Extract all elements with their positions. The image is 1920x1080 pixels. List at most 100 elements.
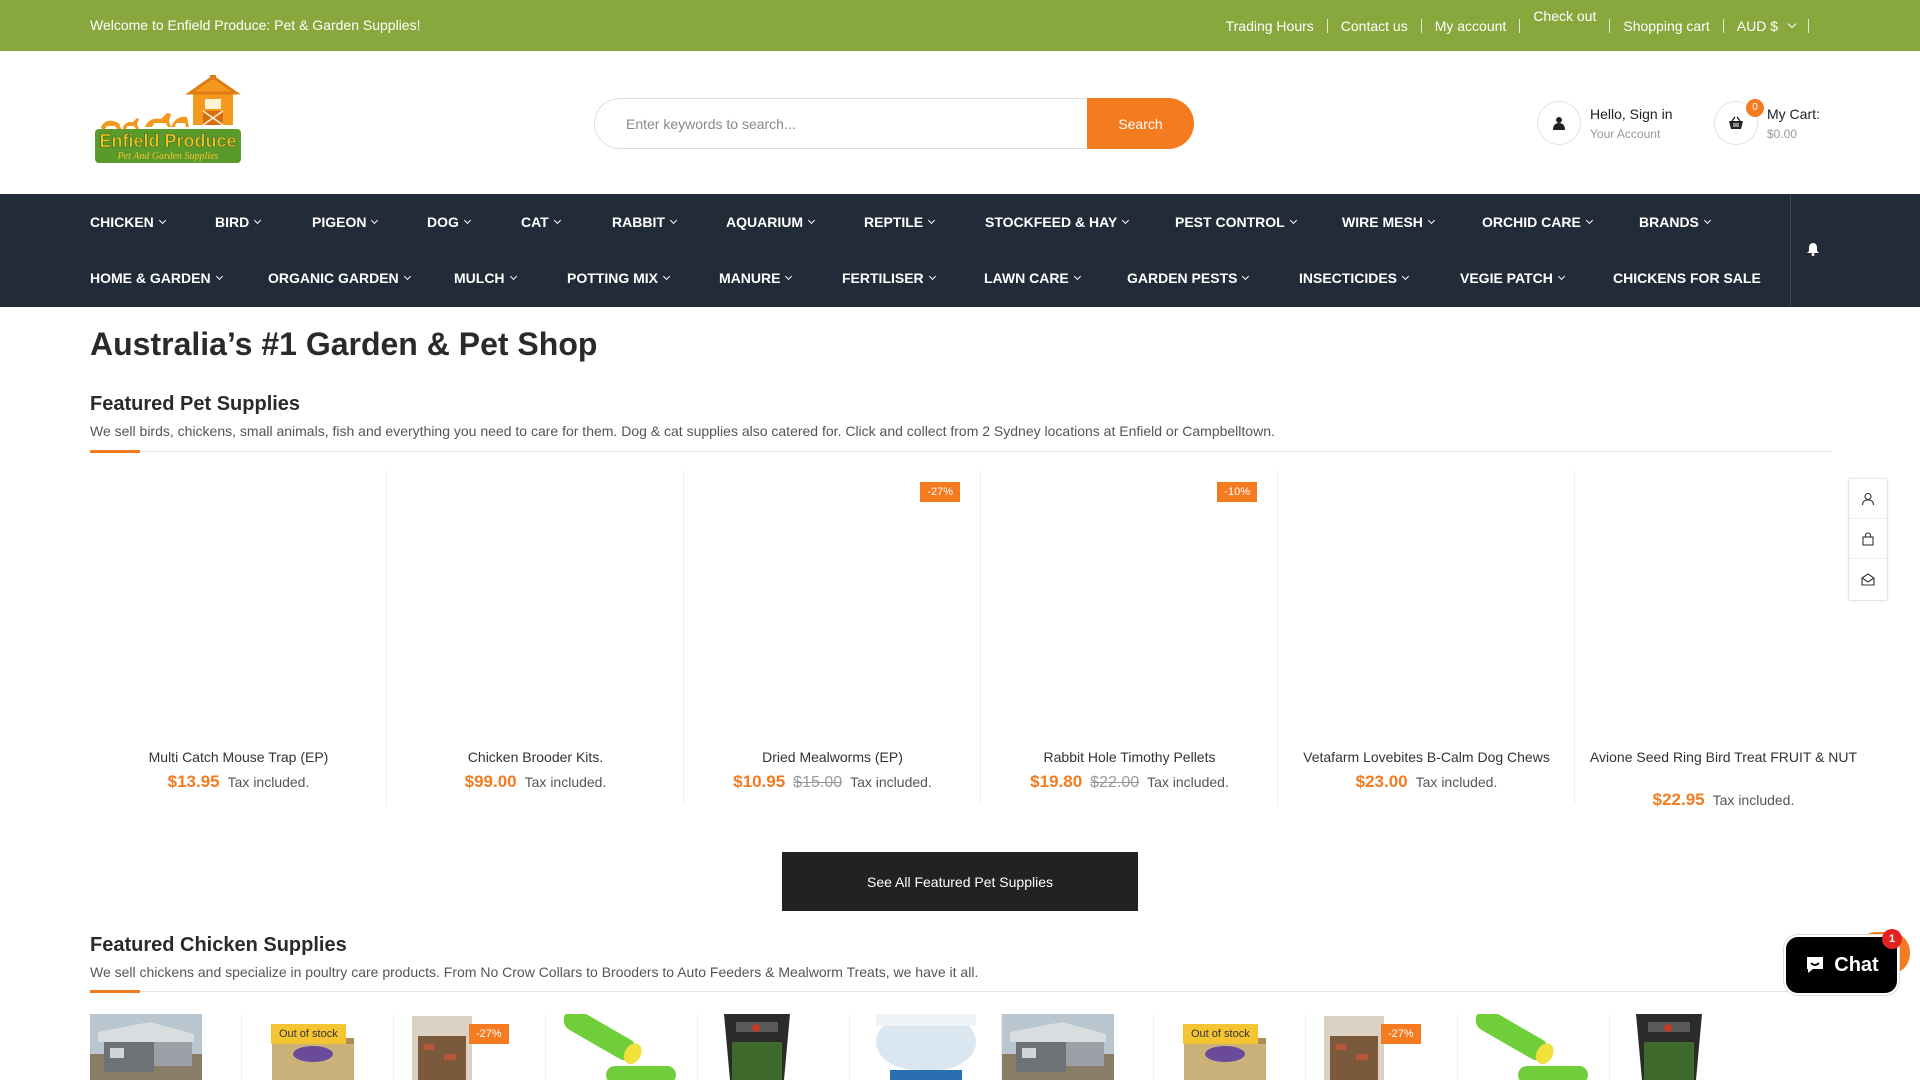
green-feeder-tube-image bbox=[563, 1014, 676, 1080]
link-separator bbox=[1519, 18, 1521, 33]
nav-item-garden-pests[interactable]: GARDEN PESTS bbox=[1127, 270, 1299, 286]
cart-widget[interactable]: 0 My Cart: $0.00 bbox=[1714, 99, 1820, 145]
feed-bag-image bbox=[1636, 1014, 1702, 1080]
product-price-row: $13.95 Tax included. bbox=[90, 772, 387, 792]
nav-item-reptile[interactable]: REPTILE bbox=[864, 214, 985, 230]
product-name[interactable]: Avione Seed Ring Bird Treat FRUIT & NUT bbox=[1585, 748, 1862, 766]
product-card[interactable]: -10% Rabbit Hole Timothy Pellets $19.80 … bbox=[981, 470, 1278, 815]
shopping-cart-link[interactable]: Shopping cart bbox=[1623, 18, 1709, 34]
chevron-down-icon bbox=[1557, 272, 1565, 280]
product-thumbnail[interactable] bbox=[1002, 1014, 1154, 1080]
nav-item-aquarium[interactable]: AQUARIUM bbox=[726, 214, 864, 230]
out-of-stock-badge: Out of stock bbox=[1183, 1024, 1258, 1044]
nav-label: CAT bbox=[521, 214, 549, 230]
cart-label: My Cart: bbox=[1767, 105, 1820, 122]
nav-item-stockfeed-hay[interactable]: STOCKFEED & HAY bbox=[985, 214, 1175, 230]
product-thumbnail[interactable]: -27% bbox=[394, 1014, 546, 1080]
user-icon[interactable] bbox=[1849, 479, 1887, 519]
nav-label: PIGEON bbox=[312, 214, 367, 230]
nav-item-dog[interactable]: DOG bbox=[427, 214, 521, 230]
nav-item-pigeon[interactable]: PIGEON bbox=[312, 214, 427, 230]
nav-item-fertiliser[interactable]: FERTILISER bbox=[842, 270, 984, 286]
product-thumbnail[interactable] bbox=[546, 1014, 698, 1080]
feed-bag-image bbox=[724, 1014, 790, 1080]
nav-label: DOG bbox=[427, 214, 459, 230]
section-divider bbox=[90, 450, 1831, 453]
nav-item-pest-control[interactable]: PEST CONTROL bbox=[1175, 214, 1342, 230]
product-thumbnail[interactable] bbox=[90, 1014, 242, 1080]
product-thumbnail[interactable] bbox=[698, 1014, 850, 1080]
product-name[interactable]: Rabbit Hole Timothy Pellets bbox=[991, 748, 1268, 766]
nav-item-bird[interactable]: BIRD bbox=[215, 214, 312, 230]
nav-item-orchid-care[interactable]: ORCHID CARE bbox=[1482, 214, 1639, 230]
product-thumbnail[interactable] bbox=[1458, 1014, 1610, 1080]
currency-selector[interactable]: AUD $ bbox=[1737, 18, 1797, 34]
product-image[interactable] bbox=[100, 480, 375, 730]
nav-label: CHICKENS FOR SALE bbox=[1613, 270, 1761, 286]
product-image[interactable] bbox=[1288, 480, 1563, 730]
my-account-link[interactable]: My account bbox=[1435, 18, 1507, 34]
site-logo[interactable]: Enfield Produce Pet And Garden Supplies bbox=[93, 75, 245, 165]
product-card[interactable]: Multi Catch Mouse Trap (EP) $13.95 Tax i… bbox=[90, 470, 387, 815]
nav-label: ORCHID CARE bbox=[1482, 214, 1581, 230]
product-image[interactable] bbox=[1585, 480, 1860, 730]
contact-us-link[interactable]: Contact us bbox=[1341, 18, 1408, 34]
bell-icon[interactable] bbox=[1806, 242, 1820, 261]
nav-item-manure[interactable]: MANURE bbox=[719, 270, 842, 286]
chevron-down-icon bbox=[371, 216, 379, 224]
product-name[interactable]: Multi Catch Mouse Trap (EP) bbox=[100, 748, 377, 766]
nav-item-chickens-for-sale[interactable]: CHICKENS FOR SALE bbox=[1613, 270, 1761, 286]
product-card[interactable]: Vetafarm Lovebites B-Calm Dog Chews $23.… bbox=[1278, 470, 1575, 815]
nav-label: REPTILE bbox=[864, 214, 924, 230]
discount-badge: -27% bbox=[1381, 1024, 1421, 1044]
product-thumbnail[interactable] bbox=[1610, 1014, 1762, 1080]
product-price: $23.00 bbox=[1355, 772, 1408, 791]
nav-item-organic-garden[interactable]: ORGANIC GARDEN bbox=[268, 270, 454, 286]
svg-text:Pet And Garden Supplies: Pet And Garden Supplies bbox=[117, 151, 219, 162]
chevron-down-icon bbox=[215, 272, 223, 280]
product-name[interactable]: Chicken Brooder Kits. bbox=[397, 748, 674, 766]
nav-label: STOCKFEED & HAY bbox=[985, 214, 1118, 230]
nav-item-vegie-patch[interactable]: VEGIE PATCH bbox=[1460, 270, 1613, 286]
product-image[interactable] bbox=[991, 480, 1266, 730]
product-thumbnail[interactable]: Out of stock bbox=[242, 1014, 394, 1080]
nav-divider bbox=[1790, 194, 1791, 307]
product-name[interactable]: Vetafarm Lovebites B-Calm Dog Chews bbox=[1288, 748, 1565, 766]
chat-label: Chat bbox=[1834, 953, 1879, 976]
nav-item-chicken[interactable]: CHICKEN bbox=[90, 214, 215, 230]
bag-icon[interactable] bbox=[1849, 519, 1887, 559]
product-thumbnail[interactable]: -27% bbox=[1306, 1014, 1458, 1080]
check-out-link[interactable]: Check out bbox=[1533, 8, 1596, 24]
nav-item-lawn-care[interactable]: LAWN CARE bbox=[984, 270, 1127, 286]
nav-item-cat[interactable]: CAT bbox=[521, 214, 612, 230]
search-button[interactable]: Search bbox=[1087, 98, 1194, 149]
nav-item-mulch[interactable]: MULCH bbox=[454, 270, 567, 286]
trading-hours-link[interactable]: Trading Hours bbox=[1226, 18, 1314, 34]
nav-label: POTTING MIX bbox=[567, 270, 658, 286]
see-all-featured-pet-button[interactable]: See All Featured Pet Supplies bbox=[782, 852, 1138, 911]
account-widget[interactable]: Hello, Sign in Your Account bbox=[1537, 101, 1673, 145]
product-card[interactable]: Avione Seed Ring Bird Treat FRUIT & NUT … bbox=[1575, 470, 1872, 815]
chevron-down-icon bbox=[1401, 272, 1410, 280]
nav-item-potting-mix[interactable]: POTTING MIX bbox=[567, 270, 719, 286]
product-card[interactable]: Chicken Brooder Kits. $99.00 Tax include… bbox=[387, 470, 684, 815]
svg-text:Enfield Produce: Enfield Produce bbox=[99, 131, 236, 151]
nav-item-rabbit[interactable]: RABBIT bbox=[612, 214, 726, 230]
product-image[interactable] bbox=[397, 480, 672, 730]
nav-item-insecticides[interactable]: INSECTICIDES bbox=[1299, 270, 1460, 286]
nav-item-brands[interactable]: BRANDS bbox=[1639, 214, 1711, 230]
envelope-icon[interactable] bbox=[1849, 559, 1887, 599]
search-input[interactable] bbox=[594, 98, 1094, 149]
nav-item-wire-mesh[interactable]: WIRE MESH bbox=[1342, 214, 1482, 230]
page-title: Australia’s #1 Garden & Pet Shop bbox=[90, 326, 598, 362]
nav-item-home-garden[interactable]: HOME & GARDEN bbox=[90, 270, 268, 286]
product-thumbnail[interactable]: Out of stock bbox=[1154, 1014, 1306, 1080]
product-name[interactable]: Dried Mealworms (EP) bbox=[694, 748, 971, 766]
product-card[interactable]: -27% Dried Mealworms (EP) $10.95 $15.00 … bbox=[684, 470, 981, 815]
chat-button[interactable]: Chat bbox=[1784, 935, 1899, 995]
chat-icon bbox=[1807, 957, 1824, 973]
product-image[interactable] bbox=[694, 480, 969, 730]
product-thumbnail[interactable] bbox=[850, 1014, 1002, 1080]
site-header: Enfield Produce Pet And Garden Supplies … bbox=[0, 51, 1920, 194]
top-links: Trading Hours Contact us My account Chec… bbox=[1226, 0, 1822, 51]
